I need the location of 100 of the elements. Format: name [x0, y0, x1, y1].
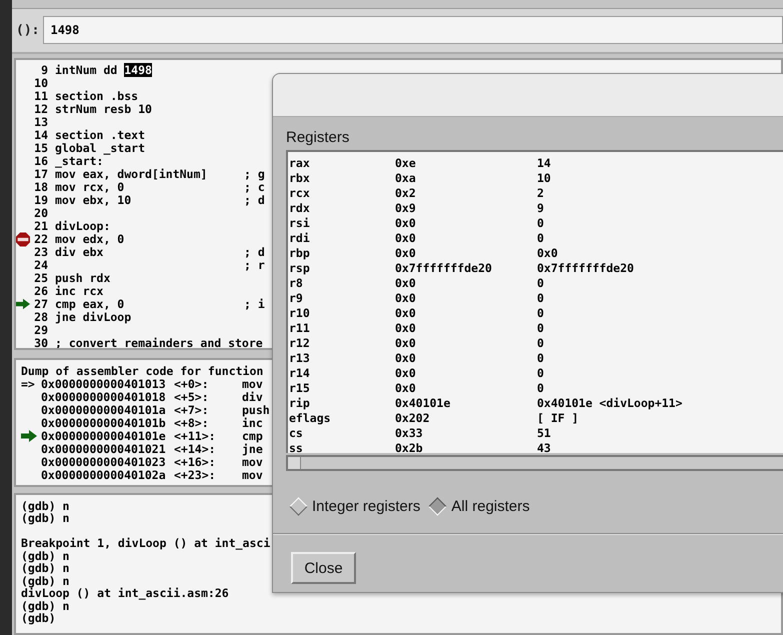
console-line: Breakpoint 1, divLoop () at int_asci — [21, 536, 270, 550]
line-number: 16 — [33, 154, 48, 168]
code-line: section .bss — [55, 90, 140, 103]
instruction-mnemonic: mov — [242, 456, 263, 469]
instruction-mnemonic: jne — [242, 442, 263, 456]
table-cell-text: 43 — [536, 441, 552, 456]
register-radio-option[interactable]: All registers — [428, 498, 530, 514]
instruction-address: 0x0000000000401021 — [41, 442, 167, 456]
table-cell-text: rsi — [288, 216, 311, 231]
table-cell-text: 0 — [536, 351, 545, 366]
table-cell-text: rbx — [288, 171, 311, 186]
code-line: cmp eax, 0 — [55, 298, 126, 311]
table-cell-text: r13 — [288, 351, 311, 366]
line-number: 11 — [33, 90, 48, 103]
disassembly-header: Dump of assembler code for function — [21, 364, 264, 378]
line-number: 23 — [33, 246, 48, 259]
table-cell-text: r8 — [288, 276, 304, 291]
line-number: 27 — [33, 298, 48, 311]
table-cell-text: [ IF ] — [536, 411, 580, 426]
table-cell-text: 0x7fffffffde20 — [536, 261, 635, 276]
table-cell-text: 0xe — [394, 156, 417, 171]
horizontal-scrollbar[interactable] — [286, 455, 783, 471]
code-line: _start: — [55, 154, 104, 168]
table-cell-text: 0x2b — [394, 441, 424, 456]
console-line: (gdb) n — [21, 598, 70, 613]
instruction-offset: <+16>: — [174, 456, 217, 469]
table-cell-text: eflags — [288, 411, 332, 426]
line-number: 29 — [33, 324, 48, 337]
code-line: global _start — [55, 142, 146, 155]
close-button[interactable]: Close — [291, 552, 356, 584]
instruction-mnemonic: push — [242, 404, 270, 417]
dialog-heading: Registers — [286, 129, 350, 146]
line-number: 20 — [33, 206, 48, 220]
table-cell-text: 0 — [536, 306, 545, 321]
table-cell-text: 0x0 — [536, 246, 559, 261]
instruction-offset: <+0>: — [174, 378, 210, 391]
table-cell-text: 0 — [536, 366, 545, 381]
table-cell-text: 0 — [536, 231, 545, 246]
code-line: strNum resb 10 — [55, 102, 153, 116]
instruction-offset: <+7>: — [174, 404, 210, 417]
instruction-address: 0x000000000040101a — [41, 404, 167, 417]
code-line: ; convert remainders and store — [55, 336, 263, 348]
line-number: 30 — [33, 336, 48, 348]
code-line: jne divLoop — [55, 310, 132, 324]
console-line: (gdb) — [21, 611, 56, 626]
table-cell-text: 0 — [536, 216, 545, 231]
table-cell-text: r14 — [288, 366, 311, 381]
code-line: div ebx — [55, 246, 104, 259]
table-cell-text: 0 — [536, 381, 545, 396]
code-line: divLoop: — [55, 220, 112, 233]
code-line: intNum dd 1498 — [55, 64, 153, 77]
instruction-offset: <+14>: — [174, 442, 217, 456]
instruction-mnemonic: div — [242, 390, 263, 404]
code-comment: ; d — [244, 194, 265, 207]
line-number: 13 — [33, 116, 48, 129]
table-cell-text: 51 — [536, 426, 552, 441]
console-line: (gdb) n — [21, 548, 70, 563]
line-number: 18 — [33, 180, 48, 194]
table-cell-text: 2 — [536, 186, 545, 201]
instruction-offset: <+5>: — [174, 390, 210, 404]
table-cell-text: 0 — [536, 276, 545, 291]
table-cell-text: 0x0 — [394, 321, 417, 336]
current-pointer: => — [21, 378, 35, 391]
instruction-address: 0x000000000040101b — [41, 416, 167, 430]
table-cell-text: 0x0 — [394, 231, 417, 246]
console-line: (gdb) n — [21, 511, 70, 526]
code-comment: ; g — [244, 168, 265, 181]
instruction-offset: <+11>: — [174, 430, 217, 443]
table-cell-text: rip — [288, 396, 311, 411]
table-cell-text: r9 — [288, 291, 304, 306]
table-cell-text: 0x0 — [394, 216, 417, 231]
table-cell-text: rcx — [288, 186, 311, 201]
code-line: push rdx — [55, 272, 112, 285]
line-number: 21 — [33, 220, 48, 233]
register-radio-option[interactable]: Integer registers — [289, 498, 420, 514]
table-cell-text: 0x40101e <divLoop+11> — [536, 396, 684, 411]
code-line: inc rcx — [55, 284, 104, 298]
argument-label: (): — [16, 22, 40, 38]
table-cell-text: rax — [288, 156, 311, 171]
code-line: mov edx, 0 — [55, 232, 126, 246]
instruction-address: 0x0000000000401018 — [41, 390, 167, 404]
table-cell-text: 0x2 — [394, 186, 417, 201]
table-cell-text: ss — [288, 441, 304, 456]
table-cell-text: cs — [288, 426, 304, 441]
line-number: 10 — [33, 76, 48, 90]
table-cell-text: 0x40101e — [394, 396, 452, 411]
line-number: 25 — [33, 272, 48, 285]
table-cell-text: 0x0 — [394, 291, 417, 306]
table-cell-text: r11 — [288, 321, 311, 336]
line-number: 19 — [33, 194, 48, 207]
table-cell-text: 0x202 — [394, 411, 431, 426]
line-number: 24 — [33, 258, 48, 272]
argument-field[interactable]: 1498 — [43, 16, 783, 44]
table-cell-text: 0x7fffffffde20 — [394, 261, 493, 276]
table-cell-text: 10 — [536, 171, 552, 186]
table-cell-text: 0x0 — [394, 246, 417, 261]
instruction-offset: <+8>: — [174, 416, 210, 430]
console-line: (gdb) n — [21, 498, 70, 513]
table-cell-text: rdx — [288, 201, 311, 216]
line-number: 17 — [33, 168, 48, 181]
